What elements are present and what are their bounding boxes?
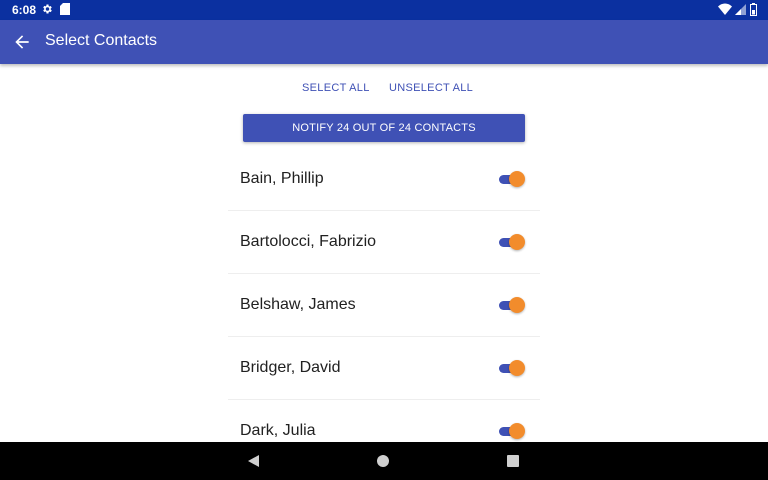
notify-contacts-button[interactable]: NOTIFY 24 OUT OF 24 CONTACTS <box>243 114 525 142</box>
arrow-left-icon[interactable] <box>12 32 32 52</box>
toggle-thumb <box>509 297 525 313</box>
signal-icon <box>735 4 746 15</box>
contact-toggle[interactable] <box>499 422 525 440</box>
contact-name: Belshaw, James <box>240 296 356 313</box>
toggle-thumb <box>509 423 525 439</box>
navigation-bar <box>0 442 768 480</box>
toggle-thumb <box>509 234 525 250</box>
toggle-thumb <box>509 171 525 187</box>
status-time: 6:08 <box>12 3 37 17</box>
contact-name: Bain, Phillip <box>240 170 324 187</box>
bulk-actions: SELECT ALL UNSELECT ALL <box>0 82 768 102</box>
unselect-all-button[interactable]: UNSELECT ALL <box>389 82 473 94</box>
contact-list: Bain, Phillip Bartolocci, Fabrizio Belsh… <box>228 148 540 463</box>
home-circle-icon[interactable] <box>377 455 389 467</box>
app-bar: Select Contacts <box>0 20 768 64</box>
contact-name: Bartolocci, Fabrizio <box>240 233 377 250</box>
contact-toggle[interactable] <box>499 359 525 377</box>
gear-icon <box>43 4 52 14</box>
contact-name: Bridger, David <box>240 359 341 376</box>
contact-row[interactable]: Bain, Phillip <box>228 148 540 211</box>
battery-icon <box>750 3 757 16</box>
sd-card-icon <box>60 3 70 15</box>
contact-toggle[interactable] <box>499 170 525 188</box>
contact-toggle[interactable] <box>499 296 525 314</box>
status-bar: 6:08 <box>0 0 768 20</box>
page-title: Select Contacts <box>45 32 158 49</box>
toggle-thumb <box>509 360 525 376</box>
contact-name: Dark, Julia <box>240 422 316 439</box>
recents-square-icon[interactable] <box>507 455 519 467</box>
contact-row[interactable]: Bridger, David <box>228 337 540 400</box>
contact-row[interactable]: Bartolocci, Fabrizio <box>228 211 540 274</box>
contact-row[interactable]: Belshaw, James <box>228 274 540 337</box>
contact-toggle[interactable] <box>499 233 525 251</box>
wifi-icon <box>718 3 732 15</box>
select-all-button[interactable]: SELECT ALL <box>302 82 370 94</box>
back-triangle-icon[interactable] <box>247 454 261 468</box>
